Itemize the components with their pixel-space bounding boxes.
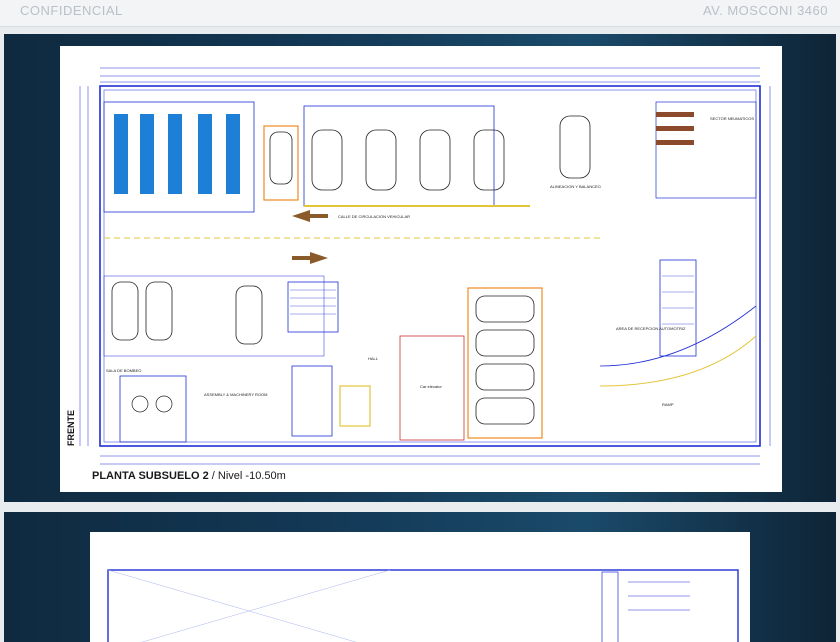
- address-label: AV. MOSCONI 3460: [702, 3, 828, 18]
- plan-panel-2: [90, 532, 750, 642]
- plan-panel-1: SECTOR NEUMATICOS ALINEACION Y BALANCEO …: [60, 46, 782, 492]
- label-pump: SALA DE BOMBEO: [106, 368, 141, 373]
- label-hall: HALL: [368, 356, 379, 361]
- front-label: FRENTE: [66, 410, 76, 446]
- floor-plan-drawing: SECTOR NEUMATICOS ALINEACION Y BALANCEO …: [66, 67, 771, 465]
- label-reception: AREA DE RECEPCION AUTOMOTRIZ: [616, 326, 686, 331]
- label-assembly: ASSEMBLY & MACHINERY ROOM: [204, 392, 268, 397]
- label-ramp: RAMP: [662, 402, 674, 407]
- confidential-label: CONFIDENCIAL: [20, 3, 123, 18]
- plan-sheet-1: SECTOR NEUMATICOS ALINEACION Y BALANCEO …: [4, 34, 836, 502]
- plan-title: PLANTA SUBSUELO 2: [92, 470, 209, 482]
- plan-caption: PLANTA SUBSUELO 2 / Nivel -10.50m: [92, 470, 286, 482]
- plan-level: / Nivel -10.50m: [208, 470, 286, 482]
- label-alignment: ALINEACION Y BALANCEO: [550, 184, 601, 189]
- plan-sheet-2: [4, 512, 836, 642]
- floor-plan-drawing-2: [107, 569, 739, 642]
- label-car-elevator: Car elevator: [420, 384, 442, 389]
- label-circulation: CALLE DE CIRCULACION VEHICULAR: [338, 214, 410, 219]
- top-bar: CONFIDENCIAL AV. MOSCONI 3460: [0, 0, 840, 27]
- label-sector: SECTOR NEUMATICOS: [710, 116, 754, 121]
